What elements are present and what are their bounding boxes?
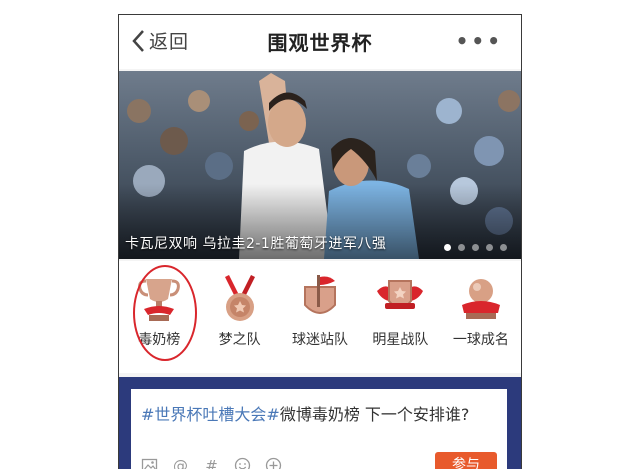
topic-title: 微博毒奶榜 下一个安排谁? [280,405,470,424]
topic-text: #世界杯吐槽大会#微博毒奶榜 下一个安排谁? [141,401,469,425]
category-label: 一球成名 [453,329,509,349]
category-label: 明星战队 [372,329,428,349]
category-label: 梦之队 [219,329,261,349]
medal-icon [215,273,265,325]
carousel-indicator[interactable] [444,244,507,251]
carousel-dot[interactable] [458,244,465,251]
hero-banner[interactable]: 卡瓦尼双响 乌拉圭2-1胜葡萄牙进军八强 [119,71,521,259]
more-options-icon[interactable]: ••• [456,29,503,53]
category-poison-milk-list[interactable]: 毒奶榜 [119,261,199,373]
category-label: 球迷站队 [292,329,348,349]
topic-section: #世界杯吐槽大会#微博毒奶榜 下一个安排谁? @ # [119,377,521,469]
hash-icon[interactable]: # [203,457,220,469]
topic-hashtag[interactable]: #世界杯吐槽大会# [141,405,280,424]
add-icon[interactable] [265,457,282,469]
join-button[interactable]: 参与 [435,452,497,469]
winged-shield-icon [375,273,425,325]
composer-toolbar: @ # [141,457,282,469]
top-nav-bar: 返回 围观世界杯 ••• [119,15,521,69]
category-row: 毒奶榜 梦之队 球迷站队 [119,261,521,373]
emoji-icon[interactable] [234,457,251,469]
carousel-dot[interactable] [472,244,479,251]
carousel-dot[interactable] [486,244,493,251]
category-star-team[interactable]: 明星战队 [360,261,440,373]
banner-photo [119,71,521,259]
phone-frame: 返回 围观世界杯 ••• [118,14,522,469]
ball-on-pedestal-icon [456,273,506,325]
at-icon[interactable]: @ [172,457,189,469]
banner-caption: 卡瓦尼双响 乌拉圭2-1胜葡萄牙进军八强 [125,233,386,253]
flag-shield-icon [295,273,345,325]
category-one-goal-fame[interactable]: 一球成名 [441,261,521,373]
highlight-circle [133,265,197,361]
category-dream-team[interactable]: 梦之队 [199,261,279,373]
carousel-dot[interactable] [500,244,507,251]
category-fan-stand[interactable]: 球迷站队 [280,261,360,373]
topic-card[interactable]: #世界杯吐槽大会#微博毒奶榜 下一个安排谁? @ # [131,389,507,469]
carousel-dot[interactable] [444,244,451,251]
image-icon[interactable] [141,457,158,469]
